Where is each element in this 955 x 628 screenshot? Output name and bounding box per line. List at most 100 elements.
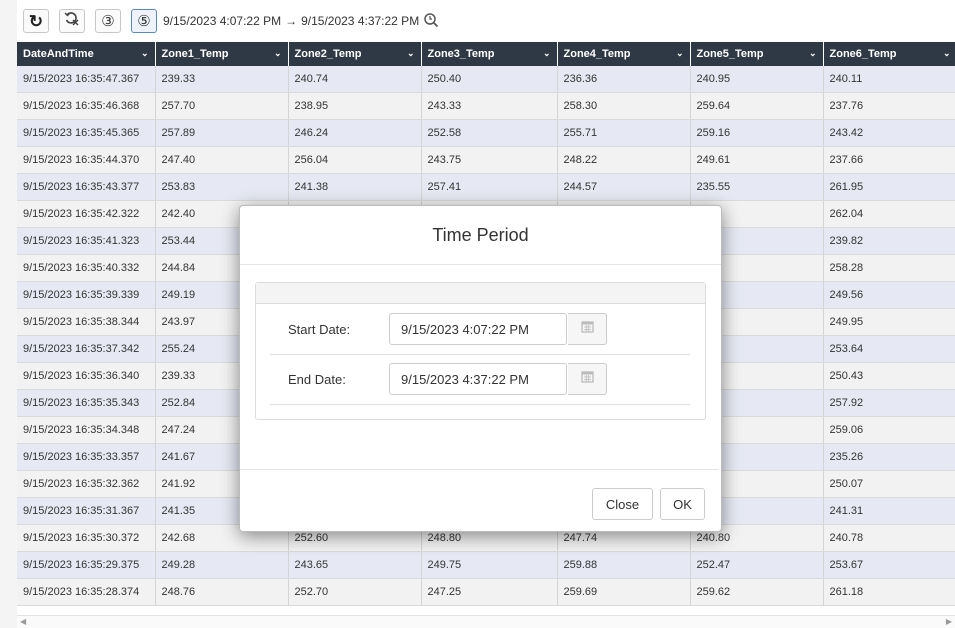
table-cell: 239.82 bbox=[823, 227, 955, 255]
horizontal-scrollbar[interactable]: ◀ ▶ bbox=[17, 615, 955, 628]
start-date-calendar-button[interactable] bbox=[568, 313, 607, 345]
arrow-right-icon: → bbox=[285, 14, 298, 28]
table-row[interactable]: 9/15/2023 16:35:44.370 247.40 256.04 243.75… bbox=[17, 146, 955, 174]
table-cell: 249.28 bbox=[155, 551, 289, 579]
range-start: 9/15/2023 4:07:22 PM bbox=[163, 14, 282, 28]
table-cell: 257.89 bbox=[155, 119, 289, 147]
ok-button[interactable]: OK bbox=[660, 488, 705, 520]
chevron-down-icon[interactable]: ⌄ bbox=[274, 48, 282, 59]
table-cell: 240.74 bbox=[288, 66, 422, 93]
table-cell: 250.40 bbox=[421, 66, 558, 93]
panel-header bbox=[256, 283, 705, 304]
table-cell: 9/15/2023 16:35:39.339 bbox=[17, 281, 156, 309]
chevron-down-icon[interactable]: ⌄ bbox=[407, 48, 415, 59]
table-cell: 252.70 bbox=[288, 578, 422, 606]
table-cell: 256.04 bbox=[288, 146, 422, 174]
table-cell: 249.95 bbox=[823, 308, 955, 336]
column-header[interactable]: DateAndTime ⌄ bbox=[17, 42, 156, 66]
table-cell: 247.25 bbox=[421, 578, 558, 606]
clear-filter-icon bbox=[64, 11, 80, 32]
chevron-down-icon[interactable]: ⌄ bbox=[943, 48, 951, 59]
range-end: 9/15/2023 4:37:22 PM bbox=[301, 14, 420, 28]
scroll-left-icon[interactable]: ◀ bbox=[20, 617, 26, 626]
table-cell: 253.83 bbox=[155, 173, 289, 201]
clear-filter-button[interactable] bbox=[59, 9, 85, 33]
table-cell: 9/15/2023 16:35:35.343 bbox=[17, 389, 156, 417]
table-cell: 241.38 bbox=[288, 173, 422, 201]
table-cell: 261.18 bbox=[823, 578, 955, 606]
chevron-down-icon[interactable]: ⌄ bbox=[141, 48, 149, 59]
dialog-title: Time Period bbox=[240, 206, 721, 265]
table-cell: 243.33 bbox=[421, 92, 558, 120]
table-cell: 9/15/2023 16:35:33.357 bbox=[17, 443, 156, 471]
history-icon: ③ bbox=[101, 12, 115, 30]
table-cell: 9/15/2023 16:35:31.367 bbox=[17, 497, 156, 525]
end-date-input[interactable] bbox=[389, 363, 567, 395]
table-row[interactable]: 9/15/2023 16:35:45.365 257.89 246.24 252.58… bbox=[17, 119, 955, 147]
table-cell: 240.11 bbox=[823, 66, 955, 93]
table-cell: 249.61 bbox=[690, 146, 824, 174]
table-cell: 240.78 bbox=[823, 524, 955, 552]
table-cell: 258.30 bbox=[557, 92, 691, 120]
table-cell: 257.70 bbox=[155, 92, 289, 120]
column-header-label: Zone3_Temp bbox=[427, 48, 495, 60]
calendar-icon bbox=[581, 320, 594, 338]
table-cell: 9/15/2023 16:35:44.370 bbox=[17, 146, 156, 174]
column-header-label: Zone2_Temp bbox=[294, 48, 362, 60]
table-cell: 249.56 bbox=[823, 281, 955, 309]
time-range-display: 9/15/2023 4:07:22 PM → 9/15/2023 4:37:22… bbox=[163, 12, 439, 31]
table-row[interactable]: 9/15/2023 16:35:28.374 248.76 252.70 247.25… bbox=[17, 578, 955, 606]
history-button[interactable]: ③ bbox=[95, 9, 121, 33]
column-header[interactable]: Zone3_Temp ⌄ bbox=[421, 42, 558, 66]
table-cell: 9/15/2023 16:35:29.375 bbox=[17, 551, 156, 579]
chevron-down-icon[interactable]: ⌄ bbox=[543, 48, 551, 59]
table-cell: 259.62 bbox=[690, 578, 824, 606]
start-date-row: Start Date: bbox=[270, 304, 690, 355]
column-header[interactable]: Zone4_Temp ⌄ bbox=[557, 42, 691, 66]
table-row[interactable]: 9/15/2023 16:35:43.377 253.83 241.38 257.41… bbox=[17, 173, 955, 201]
table-cell: 9/15/2023 16:35:28.374 bbox=[17, 578, 156, 606]
table-cell: 243.75 bbox=[421, 146, 558, 174]
table-cell: 259.06 bbox=[823, 416, 955, 444]
table-cell: 9/15/2023 16:35:45.365 bbox=[17, 119, 156, 147]
column-header-label: Zone1_Temp bbox=[161, 48, 229, 60]
table-cell: 244.57 bbox=[557, 173, 691, 201]
table-cell: 246.24 bbox=[288, 119, 422, 147]
start-date-input[interactable] bbox=[389, 313, 567, 345]
table-cell: 262.04 bbox=[823, 200, 955, 228]
table-cell: 261.95 bbox=[823, 173, 955, 201]
table-cell: 9/15/2023 16:35:43.377 bbox=[17, 173, 156, 201]
table-cell: 250.43 bbox=[823, 362, 955, 390]
table-cell: 235.26 bbox=[823, 443, 955, 471]
column-header-label: Zone5_Temp bbox=[696, 48, 764, 60]
table-cell: 255.71 bbox=[557, 119, 691, 147]
table-cell: 237.76 bbox=[823, 92, 955, 120]
close-button[interactable]: Close bbox=[592, 488, 653, 520]
time-period-button[interactable]: ⑤ bbox=[131, 9, 157, 33]
table-cell: 248.76 bbox=[155, 578, 289, 606]
table-cell: 259.69 bbox=[557, 578, 691, 606]
chevron-down-icon[interactable]: ⌄ bbox=[676, 48, 684, 59]
table-row[interactable]: 9/15/2023 16:35:29.375 249.28 243.65 249.75… bbox=[17, 551, 955, 579]
table-cell: 9/15/2023 16:35:40.332 bbox=[17, 254, 156, 282]
table-cell: 9/15/2023 16:35:34.348 bbox=[17, 416, 156, 444]
table-row[interactable]: 9/15/2023 16:35:46.368 257.70 238.95 243.33… bbox=[17, 92, 955, 120]
column-header[interactable]: Zone5_Temp ⌄ bbox=[690, 42, 824, 66]
search-clock-icon[interactable] bbox=[423, 12, 439, 31]
toolbar: ↻ ③ ⑤ 9/15/2023 4:07:22 PM → 9/15/2023 4… bbox=[17, 0, 955, 42]
table-cell: 259.64 bbox=[690, 92, 824, 120]
end-date-row: End Date: bbox=[270, 354, 690, 405]
table-cell: 253.64 bbox=[823, 335, 955, 363]
table-cell: 238.95 bbox=[288, 92, 422, 120]
refresh-button[interactable]: ↻ bbox=[23, 9, 49, 33]
column-header[interactable]: Zone6_Temp ⌄ bbox=[823, 42, 955, 66]
column-header[interactable]: Zone1_Temp ⌄ bbox=[155, 42, 289, 66]
scroll-right-icon[interactable]: ▶ bbox=[946, 617, 952, 626]
end-date-calendar-button[interactable] bbox=[568, 363, 607, 395]
table-row[interactable]: 9/15/2023 16:35:47.367 239.33 240.74 250.40… bbox=[17, 66, 955, 93]
table-cell: 9/15/2023 16:35:47.367 bbox=[17, 66, 156, 93]
chevron-down-icon[interactable]: ⌄ bbox=[809, 48, 817, 59]
table-cell: 241.31 bbox=[823, 497, 955, 525]
column-header[interactable]: Zone2_Temp ⌄ bbox=[288, 42, 422, 66]
date-panel: Start Date: End Date: bbox=[255, 282, 706, 420]
